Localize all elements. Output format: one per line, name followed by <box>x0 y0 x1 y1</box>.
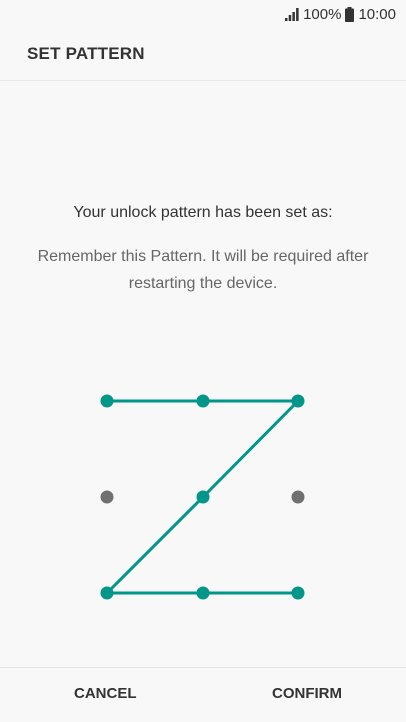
pattern-dot-active <box>291 394 305 408</box>
pattern-dot-active <box>291 586 305 600</box>
pattern-dot-active <box>100 586 114 600</box>
pattern-segment <box>105 495 205 595</box>
bottom-action-bar: CANCEL CONFIRM <box>0 667 406 722</box>
pattern-grid <box>100 394 305 600</box>
pattern-dot-active <box>196 586 210 600</box>
pattern-dot-inactive <box>100 490 114 504</box>
pattern-segment <box>201 399 300 499</box>
pattern-dot-inactive <box>291 490 305 504</box>
cancel-button[interactable]: CANCEL <box>74 685 137 702</box>
pattern-dot-active <box>100 394 114 408</box>
pattern-dot-active <box>196 394 210 408</box>
pattern-dot-active <box>196 490 210 504</box>
confirm-button[interactable]: CONFIRM <box>272 685 342 702</box>
